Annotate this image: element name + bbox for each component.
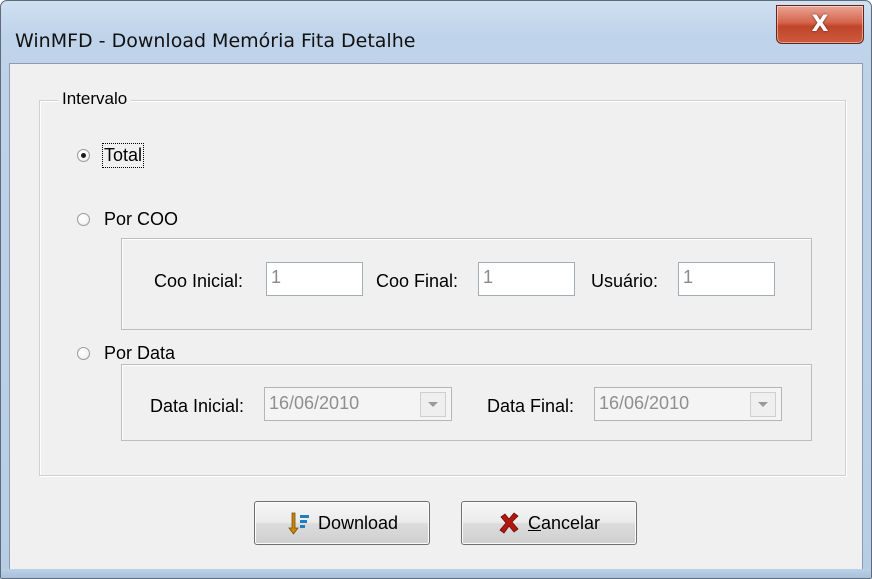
radio-por-coo[interactable]	[77, 213, 90, 226]
cancel-button[interactable]: Cancelar	[461, 501, 637, 545]
close-icon: X	[811, 11, 829, 37]
cancel-icon	[499, 512, 519, 534]
dialog-client-area: Intervalo Total Por COO Coo Inicial: 1 C…	[9, 63, 863, 571]
coo-inicial-input[interactable]: 1	[266, 262, 363, 296]
radio-por-coo-label[interactable]: Por COO	[104, 209, 178, 230]
radio-por-data-label[interactable]: Por Data	[104, 343, 175, 364]
window-bottom-frame	[1, 569, 871, 578]
data-final-picker[interactable]: 16/06/2010	[594, 387, 782, 421]
interval-group-legend: Intervalo	[58, 89, 132, 109]
close-button[interactable]: X	[776, 5, 864, 44]
coo-final-input[interactable]: 1	[478, 262, 575, 296]
window-title: WinMFD - Download Memória Fita Detalhe	[15, 30, 416, 52]
cancel-accelerator-key: C	[527, 512, 541, 533]
download-button-label: Download	[317, 512, 399, 533]
data-final-value: 16/06/2010	[599, 393, 690, 413]
data-final-label: Data Final:	[487, 396, 575, 416]
interval-groupbox: Intervalo Total Por COO Coo Inicial: 1 C…	[39, 89, 846, 476]
data-inicial-dropdown-icon[interactable]	[420, 392, 446, 417]
dialog-window: WinMFD - Download Memória Fita Detalhe X…	[0, 0, 872, 579]
cancel-label-rest: ancelar	[540, 512, 601, 533]
date-range-panel: Data Inicial: 16/06/2010 Data Final: 16/…	[121, 364, 812, 441]
radio-por-data-row[interactable]: Por Data	[77, 343, 175, 364]
radio-total-row[interactable]: Total	[77, 143, 145, 168]
download-icon	[288, 512, 309, 535]
coo-final-label: Coo Final:	[376, 271, 459, 291]
cancel-button-label: Cancelar	[528, 513, 600, 534]
data-inicial-value: 16/06/2010	[269, 393, 360, 413]
data-final-dropdown-icon[interactable]	[750, 392, 776, 417]
radio-por-data[interactable]	[77, 347, 90, 360]
usuario-input[interactable]: 1	[678, 262, 775, 296]
radio-total-label[interactable]: Total	[101, 143, 145, 168]
usuario-label: Usuário:	[591, 271, 659, 291]
data-inicial-picker[interactable]: 16/06/2010	[264, 387, 452, 421]
download-button[interactable]: Download	[254, 501, 430, 545]
title-bar[interactable]: WinMFD - Download Memória Fita Detalhe X	[1, 1, 871, 63]
radio-total[interactable]	[77, 149, 90, 162]
coo-inicial-label: Coo Inicial:	[154, 271, 244, 291]
coo-range-panel: Coo Inicial: 1 Coo Final: 1 Usuário: 1	[121, 238, 812, 330]
radio-por-coo-row[interactable]: Por COO	[77, 209, 178, 230]
data-inicial-label: Data Inicial:	[150, 396, 245, 416]
